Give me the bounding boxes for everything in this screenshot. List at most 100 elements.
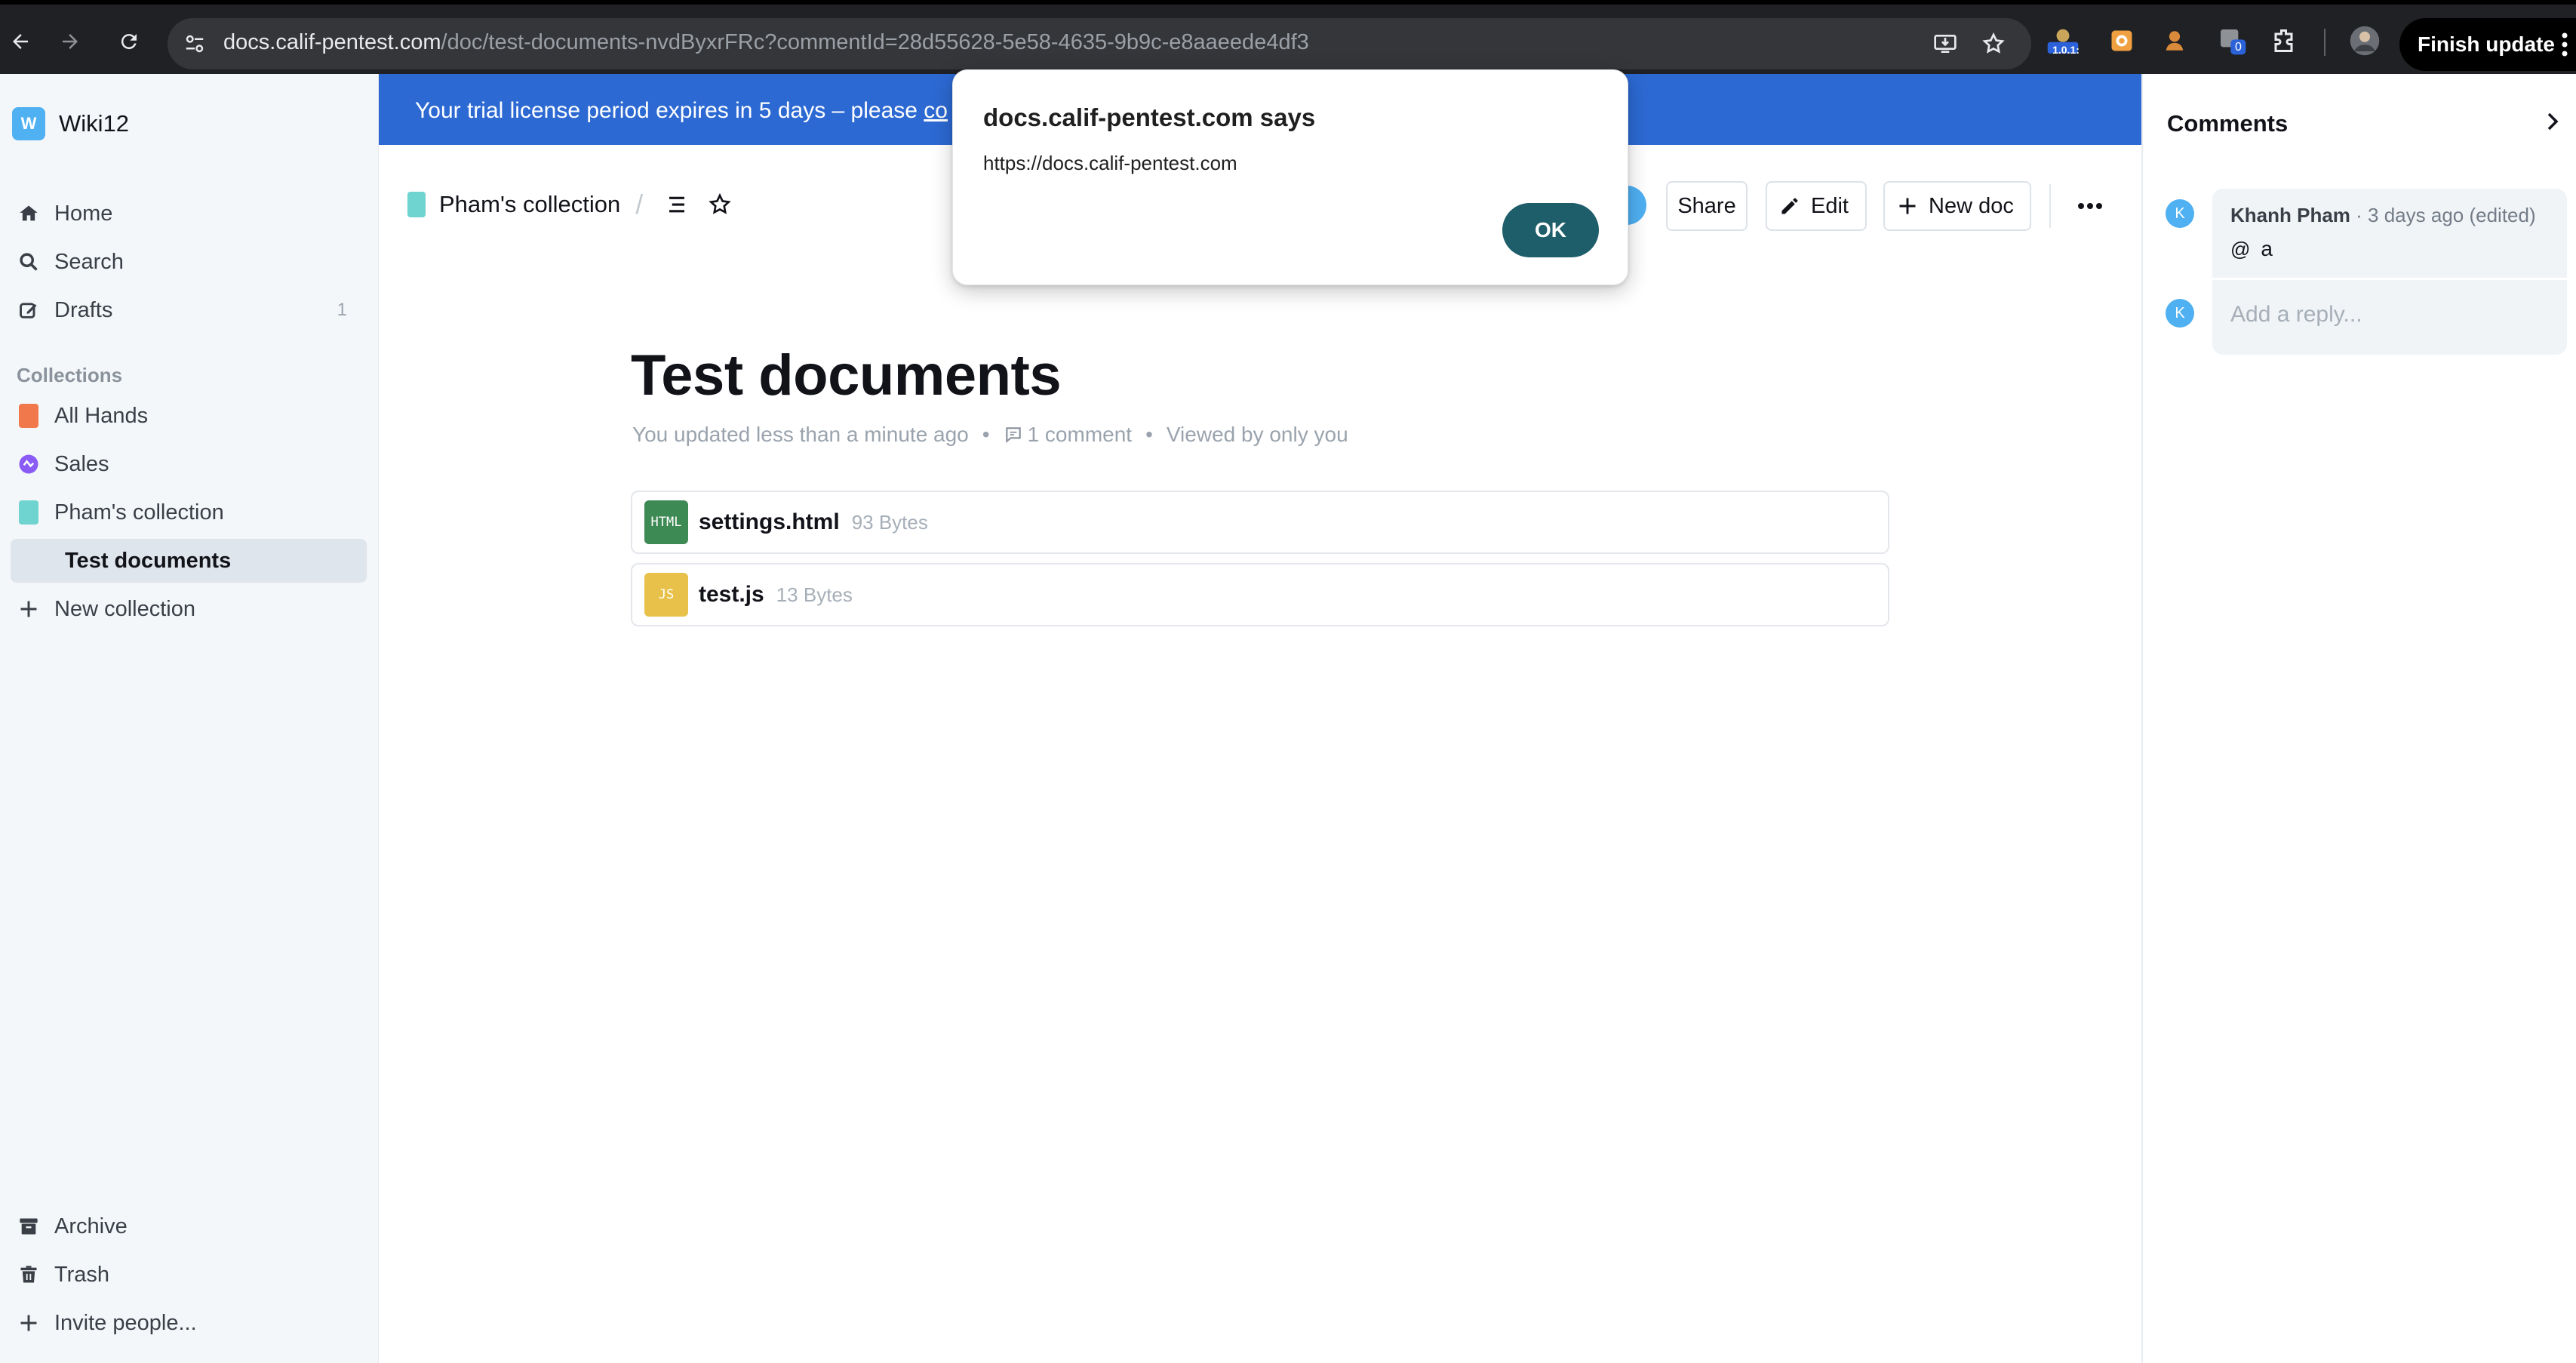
comment-count-link[interactable]: 1 comment <box>1028 423 1133 447</box>
comment-divider <box>2212 278 2567 280</box>
reply-input[interactable]: Add a reply... <box>2230 302 2362 328</box>
reply-avatar: K <box>2166 299 2194 328</box>
sidebar-item-home[interactable]: Home <box>0 192 367 235</box>
comments-panel: Comments K Khanh Pham · 3 days ago (edit… <box>2141 74 2576 1363</box>
bookmark-star-icon[interactable] <box>1978 29 2009 59</box>
comments-panel-title: Comments <box>2167 110 2289 137</box>
html-file-icon: HTML <box>644 500 688 544</box>
attachment-settings-html[interactable]: HTML settings.html 93 Bytes <box>631 491 1889 554</box>
share-button[interactable]: Share <box>1666 181 1748 231</box>
dialog-ok-button[interactable]: OK <box>1502 203 1599 257</box>
extensions-puzzle-icon[interactable] <box>2268 24 2301 57</box>
sidebar-item-test-documents[interactable]: Test documents <box>11 539 367 583</box>
sidebar-item-label: Sales <box>54 451 109 476</box>
comment-author-name: Khanh Pham <box>2230 204 2350 226</box>
sidebar-item-search[interactable]: Search <box>0 240 367 284</box>
extension-badge-icon[interactable]: 1.0.1: <box>2046 24 2080 57</box>
extension-counter-value: 0 <box>2235 41 2242 54</box>
attachment-name: test.js <box>699 582 764 607</box>
sidebar-item-sales[interactable]: Sales <box>0 442 367 486</box>
sidebar-item-archive[interactable]: Archive <box>0 1205 367 1248</box>
comment-author-avatar: K <box>2166 199 2194 228</box>
sidebar-item-drafts[interactable]: Drafts 1 <box>0 288 367 332</box>
extension-orange-icon[interactable] <box>2105 24 2138 57</box>
share-button-label: Share <box>1677 193 1736 218</box>
forward-icon[interactable] <box>50 21 91 62</box>
comment-body: @ a <box>2230 237 2273 261</box>
trial-banner-link[interactable]: co <box>924 98 948 123</box>
new-collection-button[interactable]: New collection <box>0 587 367 631</box>
edit-button[interactable]: Edit <box>1766 181 1867 231</box>
chevron-right-icon[interactable] <box>2541 110 2564 133</box>
browser-menu-icon[interactable] <box>2561 32 2568 57</box>
star-icon[interactable] <box>708 192 732 217</box>
drafts-count: 1 <box>337 300 347 320</box>
pencil-icon <box>1779 195 1800 217</box>
document-title[interactable]: Test documents <box>631 343 1062 408</box>
drafts-edit-icon <box>17 298 41 322</box>
sidebar-item-label: Search <box>54 249 124 274</box>
archive-icon <box>17 1214 41 1238</box>
sidebar-item-label: Home <box>54 201 113 226</box>
workspace-switcher[interactable]: W Wiki12 <box>12 107 129 140</box>
extension-puzzle-face-icon[interactable] <box>2158 24 2191 57</box>
home-icon <box>17 202 41 226</box>
trash-icon <box>17 1263 41 1287</box>
attachment-size: 13 Bytes <box>776 583 853 606</box>
dialog-message: https://docs.calif-pentest.com <box>983 152 1237 174</box>
collection-icon <box>17 500 41 525</box>
viewed-by-text: Viewed by only you <box>1166 423 1348 446</box>
comment-timestamp: · 3 days ago (edited) <box>2350 204 2536 226</box>
profile-avatar-icon[interactable] <box>2348 24 2381 57</box>
js-file-icon: JS <box>644 573 688 617</box>
finish-update-label: Finish update <box>2418 32 2555 56</box>
dialog-title: docs.calif-pentest.com says <box>983 103 1316 131</box>
sales-collection-icon <box>17 452 41 476</box>
attachment-size: 93 Bytes <box>851 510 928 534</box>
new-doc-button[interactable]: New doc <box>1883 181 2031 231</box>
attachment-name: settings.html <box>699 509 840 534</box>
table-of-contents-icon[interactable] <box>666 193 688 216</box>
plus-icon <box>17 1311 41 1335</box>
comment-icon <box>1004 425 1023 445</box>
sidebar-item-phams-collection[interactable]: Pham's collection <box>0 491 367 534</box>
plus-icon <box>17 597 41 621</box>
reload-icon[interactable] <box>109 21 149 62</box>
site-settings-icon[interactable] <box>178 27 211 60</box>
meta-separator: • <box>1145 423 1153 446</box>
header-divider <box>2049 184 2051 228</box>
new-doc-button-label: New doc <box>1929 193 2014 218</box>
extension-counter-icon[interactable]: 0 <box>2215 24 2249 57</box>
finish-update-button[interactable]: Finish update <box>2399 18 2576 71</box>
sidebar-item-label: Archive <box>54 1214 128 1238</box>
sidebar-item-all-hands[interactable]: All Hands <box>0 394 367 438</box>
collections-heading: Collections <box>17 364 123 386</box>
install-app-icon[interactable] <box>1930 29 1960 59</box>
browser-alert-dialog: docs.calif-pentest.com says https://docs… <box>952 69 1628 285</box>
sidebar-item-label: Test documents <box>65 548 232 573</box>
comment-thread[interactable]: Khanh Pham · 3 days ago (edited) @ a Add… <box>2212 189 2567 355</box>
comment-author-line: Khanh Pham · 3 days ago (edited) <box>2230 204 2536 227</box>
breadcrumb-separator: / <box>635 189 644 220</box>
workspace-name: Wiki12 <box>59 110 130 137</box>
updated-text: You updated less than a minute ago <box>632 423 969 446</box>
sidebar-item-label: Pham's collection <box>54 500 224 525</box>
breadcrumb: Pham's collection / <box>407 189 732 220</box>
attachment-test-js[interactable]: JS test.js 13 Bytes <box>631 563 1889 626</box>
invite-people-button[interactable]: Invite people... <box>0 1301 367 1345</box>
edit-button-label: Edit <box>1811 193 1849 218</box>
toolbar-divider <box>2324 29 2325 56</box>
sidebar-item-label: Trash <box>54 1262 110 1287</box>
back-icon[interactable] <box>0 21 41 62</box>
breadcrumb-collection-link[interactable]: Pham's collection <box>439 191 620 218</box>
mention-at-icon: @ <box>2230 237 2251 260</box>
plus-icon <box>1897 195 1918 217</box>
sidebar-item-label: Invite people... <box>54 1310 197 1335</box>
sidebar-item-trash[interactable]: Trash <box>0 1253 367 1297</box>
collection-icon <box>17 404 41 428</box>
sidebar-item-label: New collection <box>54 596 195 621</box>
trial-banner-text: Your trial license period expires in 5 d… <box>415 98 924 123</box>
address-bar[interactable]: docs.calif-pentest.com/doc/test-document… <box>168 18 2031 69</box>
meta-separator: • <box>982 423 990 446</box>
more-options-icon[interactable] <box>2076 193 2104 219</box>
